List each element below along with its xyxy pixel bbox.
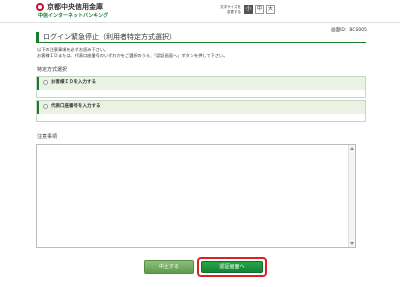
method-option-label: 代表口座番号を入力する	[51, 104, 101, 109]
radio-customer-id[interactable]	[43, 80, 48, 85]
font-size-small-button[interactable]: 小	[244, 5, 253, 14]
method-option-account-number[interactable]: 代表口座番号を入力する	[36, 100, 366, 122]
method-option-customer-id[interactable]: お客様ＩＤを入力する	[36, 76, 366, 98]
header: 京都中央信用金庫 中信インターネットバンキング 文字サイズを 変更する 小 中 …	[0, 0, 400, 23]
font-size-label-line-1: 文字サイズを	[220, 5, 241, 9]
page-title: ログイン緊急停止（利用者特定方式選択）	[36, 32, 366, 43]
font-size-label-line-2: 変更する	[227, 9, 241, 14]
notes-scrollbar[interactable]	[348, 145, 355, 247]
next-button-highlight: 認証画面へ	[197, 257, 267, 277]
auth-screen-button[interactable]: 認証画面へ	[201, 261, 263, 273]
font-size-large-button[interactable]: 大	[266, 5, 275, 14]
bank-name: 京都中央信用金庫	[47, 3, 103, 11]
scroll-down-icon[interactable]	[350, 242, 354, 245]
method-option-accent	[37, 77, 39, 90]
notes-section-title: 注意事項	[37, 134, 58, 140]
service-name: 中信インターネットバンキング	[38, 13, 109, 19]
scroll-up-icon[interactable]	[350, 147, 354, 150]
radio-account-number[interactable]	[43, 104, 48, 109]
font-size-medium-button[interactable]: 中	[255, 5, 264, 14]
instruction-line: お客様ＩＤまたは、代表口座番号のいずれかをご選択のうえ、「認証画面へ」ボタンを押…	[37, 52, 228, 58]
method-option-label: お客様ＩＤを入力する	[51, 80, 96, 85]
method-option-accent	[37, 101, 39, 114]
font-size-label: 文字サイズを 変更する	[219, 5, 241, 14]
instructions: 以下の注意事項を必ずお読み下さい。 お客様ＩＤまたは、代表口座番号のいずれかをご…	[37, 47, 367, 58]
notes-textarea[interactable]	[36, 144, 356, 248]
bank-logo-icon	[36, 3, 44, 11]
method-section-title: 特定方式選択	[37, 67, 68, 73]
cancel-button[interactable]: 中止する	[144, 260, 194, 274]
